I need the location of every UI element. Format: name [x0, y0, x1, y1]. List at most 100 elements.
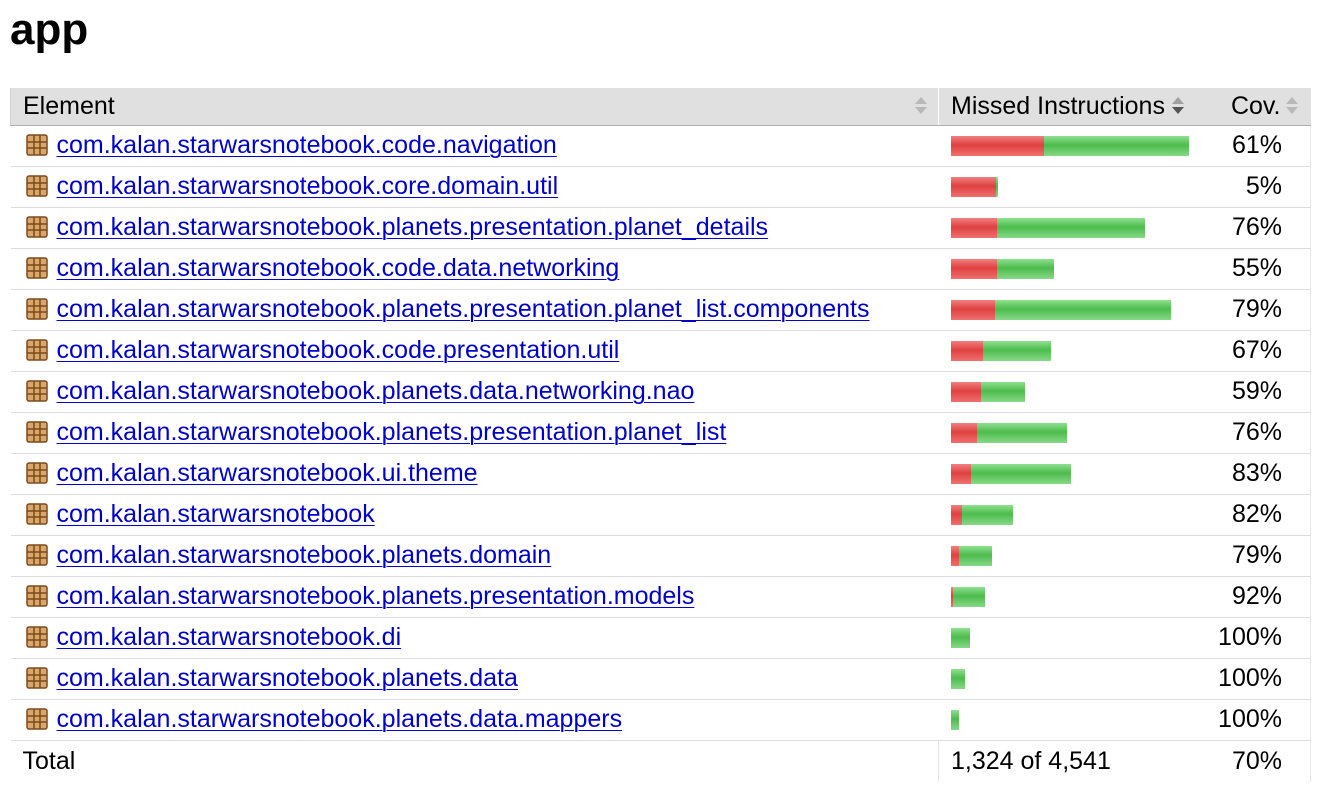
- coverage-cell: 5%: [1208, 166, 1311, 208]
- element-cell: com.kalan.starwarsnotebook.code.presenta…: [10, 330, 939, 372]
- coverage-bar: [951, 299, 1209, 320]
- covered-bar-segment: [983, 340, 1051, 361]
- coverage-cell: 92%: [1208, 576, 1311, 618]
- table-row: com.kalan.starwarsnotebook.planets.prese…: [10, 412, 1311, 454]
- table-body: com.kalan.starwarsnotebook.code.navigati…: [10, 125, 1311, 741]
- element-cell: com.kalan.starwarsnotebook.code.navigati…: [10, 125, 939, 167]
- package-icon: [25, 175, 48, 197]
- element-cell: com.kalan.starwarsnotebook.planets.prese…: [10, 289, 939, 331]
- element-cell: com.kalan.starwarsnotebook.planets.domai…: [10, 535, 939, 577]
- package-link[interactable]: com.kalan.starwarsnotebook.planets.domai…: [57, 541, 552, 569]
- package-link[interactable]: com.kalan.starwarsnotebook.code.navigati…: [57, 131, 557, 159]
- missed-instructions-cell: [938, 207, 1209, 249]
- covered-bar-segment: [1044, 135, 1189, 156]
- total-missed-instructions: 1,324 of 4,541: [938, 740, 1209, 782]
- package-link[interactable]: com.kalan.starwarsnotebook.planets.prese…: [57, 582, 695, 610]
- coverage-cell: 79%: [1208, 289, 1311, 331]
- package-icon: [25, 462, 48, 484]
- package-icon: [25, 667, 48, 689]
- element-cell: com.kalan.starwarsnotebook.di: [10, 617, 939, 659]
- package-link[interactable]: com.kalan.starwarsnotebook.planets.data.…: [57, 377, 695, 405]
- table-row: com.kalan.starwarsnotebook.di 100%: [10, 617, 1311, 659]
- covered-bar-segment: [953, 586, 985, 607]
- table-row: com.kalan.starwarsnotebook.planets.data.…: [10, 699, 1311, 741]
- element-cell: com.kalan.starwarsnotebook.ui.theme: [10, 453, 939, 495]
- coverage-bar: [951, 176, 1209, 197]
- table-row: com.kalan.starwarsnotebook.code.navigati…: [10, 125, 1311, 167]
- missed-instructions-cell: [938, 248, 1209, 290]
- missed-instructions-cell: [938, 453, 1209, 495]
- sort-descending-icon[interactable]: [1171, 97, 1185, 117]
- coverage-cell: 83%: [1208, 453, 1311, 495]
- covered-bar-segment: [951, 627, 970, 648]
- column-header-element[interactable]: Element: [10, 88, 939, 126]
- package-link[interactable]: com.kalan.starwarsnotebook.planets.data.…: [57, 705, 623, 733]
- package-icon: [25, 298, 48, 320]
- coverage-cell: 55%: [1208, 248, 1311, 290]
- table-row: com.kalan.starwarsnotebook.planets.data.…: [10, 371, 1311, 413]
- missed-bar-segment: [951, 381, 981, 402]
- package-icon: [25, 134, 48, 156]
- table-row: com.kalan.starwarsnotebook.code.data.net…: [10, 248, 1311, 290]
- coverage-cell: 76%: [1208, 207, 1311, 249]
- coverage-bar: [951, 668, 1209, 689]
- table-row: com.kalan.starwarsnotebook.ui.theme 83%: [10, 453, 1311, 495]
- package-icon: [25, 503, 48, 525]
- missed-instructions-cell: [938, 658, 1209, 700]
- package-link[interactable]: com.kalan.starwarsnotebook.di: [57, 623, 402, 651]
- package-link[interactable]: com.kalan.starwarsnotebook.planets.prese…: [57, 418, 727, 446]
- covered-bar-segment: [959, 545, 992, 566]
- coverage-cell: 100%: [1208, 658, 1311, 700]
- sort-icon[interactable]: [1285, 97, 1299, 117]
- coverage-bar: [951, 135, 1209, 156]
- missed-instructions-cell: [938, 494, 1209, 536]
- missed-instructions-cell: [938, 166, 1209, 208]
- covered-bar-segment: [951, 668, 965, 689]
- package-link[interactable]: com.kalan.starwarsnotebook.code.presenta…: [57, 336, 620, 364]
- missed-bar-segment: [951, 545, 959, 566]
- element-cell: com.kalan.starwarsnotebook.planets.data: [10, 658, 939, 700]
- coverage-bar: [951, 422, 1209, 443]
- covered-bar-segment: [996, 176, 998, 197]
- table-total-row: Total 1,324 of 4,541 70%: [11, 740, 1311, 782]
- package-icon: [25, 216, 48, 238]
- missed-instructions-cell: [938, 535, 1209, 577]
- covered-bar-segment: [951, 709, 959, 730]
- package-link[interactable]: com.kalan.starwarsnotebook.ui.theme: [57, 459, 478, 487]
- table-row: com.kalan.starwarsnotebook.planets.data …: [10, 658, 1311, 700]
- coverage-bar: [951, 381, 1209, 402]
- package-link[interactable]: com.kalan.starwarsnotebook.planets.prese…: [57, 295, 870, 323]
- package-link[interactable]: com.kalan.starwarsnotebook.planets.prese…: [57, 213, 769, 241]
- column-header-coverage[interactable]: Cov.: [1208, 88, 1311, 126]
- covered-bar-segment: [981, 381, 1025, 402]
- missed-bar-segment: [951, 176, 996, 197]
- missed-bar-segment: [951, 463, 971, 484]
- package-link[interactable]: com.kalan.starwarsnotebook.planets.data: [57, 664, 518, 692]
- missed-instructions-cell: [938, 330, 1209, 372]
- missed-bar-segment: [951, 504, 962, 525]
- column-header-missed-instructions[interactable]: Missed Instructions: [938, 88, 1209, 126]
- package-icon: [25, 257, 48, 279]
- package-icon: [25, 585, 48, 607]
- page-title: app: [10, 5, 89, 54]
- missed-instructions-cell: [938, 412, 1209, 454]
- missed-instructions-cell: [938, 125, 1209, 167]
- element-cell: com.kalan.starwarsnotebook.planets.data.…: [10, 371, 939, 413]
- element-cell: com.kalan.starwarsnotebook.planets.data.…: [10, 699, 939, 741]
- missed-instructions-cell: [938, 699, 1209, 741]
- element-cell: com.kalan.starwarsnotebook.core.domain.u…: [10, 166, 939, 208]
- table-row: com.kalan.starwarsnotebook.planets.prese…: [10, 576, 1311, 618]
- element-cell: com.kalan.starwarsnotebook.planets.prese…: [10, 207, 939, 249]
- package-link[interactable]: com.kalan.starwarsnotebook.core.domain.u…: [57, 172, 559, 200]
- coverage-bar: [951, 258, 1209, 279]
- missed-bar-segment: [951, 340, 983, 361]
- package-link[interactable]: com.kalan.starwarsnotebook.code.data.net…: [57, 254, 620, 282]
- covered-bar-segment: [997, 217, 1145, 238]
- sort-icon[interactable]: [914, 97, 928, 117]
- package-icon: [25, 708, 48, 730]
- total-label: Total: [22, 746, 76, 775]
- covered-bar-segment: [962, 504, 1013, 525]
- package-link[interactable]: com.kalan.starwarsnotebook: [57, 500, 375, 528]
- missed-instructions-cell: [938, 289, 1209, 331]
- coverage-cell: 76%: [1208, 412, 1311, 454]
